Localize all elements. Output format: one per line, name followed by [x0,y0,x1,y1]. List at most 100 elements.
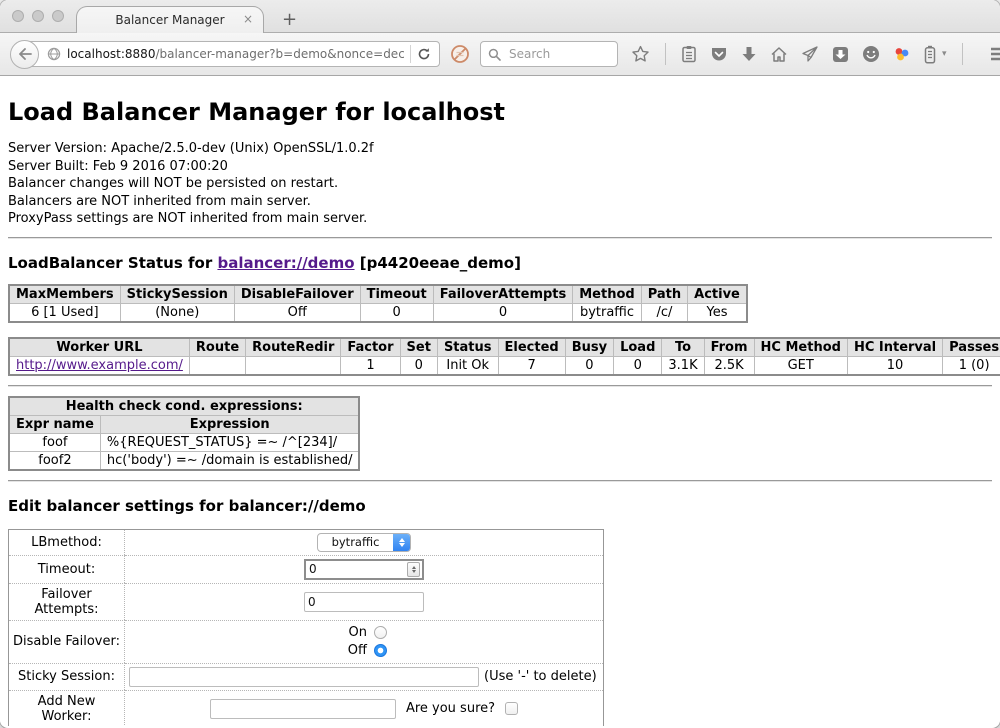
new-tab-button[interactable]: + [276,9,303,30]
radio-on-label: On [341,624,367,642]
radio-off-label: Off [341,642,367,660]
sticky-session-hint: (Use '-' to delete) [484,669,597,684]
overflow-chevron-icon[interactable]: ▾ [942,49,947,59]
balancers-inherit-line: Balancers are NOT inherited from main se… [8,193,992,211]
failover-attempts-label: Failover Attempts: [9,583,125,620]
lbmethod-select[interactable]: bytraffic [317,533,411,552]
search-bar[interactable] [480,41,618,67]
failover-attempts-row: Failover Attempts: [9,583,603,620]
lbmethod-label: LBmethod: [9,530,125,555]
sticky-session-row: Sticky Session: (Use '-' to delete) [9,663,603,690]
failover-attempts-input[interactable] [304,592,424,612]
add-worker-row: Add New Worker: Are you sure? [9,690,603,727]
balancer-demo-link[interactable]: balancer://demo [217,254,354,272]
expr-row: foof %{REQUEST_STATUS} =~ /^[234]/ [9,433,359,451]
reading-list-icon [681,45,697,63]
bookmark-star-icon [631,45,650,63]
number-stepper-icon[interactable] [407,562,420,577]
pocket-icon [710,46,728,63]
battery-extension-icon [924,45,936,64]
balancer-status-table: MaxMembers StickySession DisableFailover… [8,284,748,323]
close-window-button[interactable] [12,10,24,22]
tab-close-icon[interactable]: × [243,13,253,25]
colorful-extension-button[interactable] [893,45,911,63]
url-bar[interactable]: localhost:8880/balancer-manager?b=demo&n… [24,41,440,67]
lbmethod-row: LBmethod: bytraffic [9,530,603,555]
downloads-icon [741,46,757,63]
toolbar-separator [665,43,666,65]
page-title: Load Balancer Manager for localhost [8,98,992,126]
search-input[interactable] [507,46,602,62]
search-icon [488,48,501,61]
reload-icon [417,47,431,61]
navigation-toolbar: localhost:8880/balancer-manager?b=demo&n… [0,33,1000,76]
health-check-table: Health check cond. expressions: Expr nam… [8,396,360,471]
reading-list-button[interactable] [681,45,697,63]
browser-window: Balancer Manager × + localhost:8880/bala… [0,0,1000,728]
timeout-input[interactable]: 0 [304,559,424,580]
proxypass-inherit-line: ProxyPass settings are NOT inherited fro… [8,210,992,228]
disable-failover-off-radio[interactable] [374,644,387,657]
add-worker-input[interactable] [210,699,396,719]
worker-status-table: Worker URL Route RouteRedir Factor Set S… [8,337,1000,376]
content-blocker-icon [450,44,470,64]
tab-strip: Balancer Manager × + [0,0,1000,33]
sticky-session-label: Sticky Session: [9,663,125,690]
minimize-window-button[interactable] [32,10,44,22]
battery-extension-button[interactable] [924,45,936,64]
confirm-label: Are you sure? [406,701,495,716]
status-heading: LoadBalancer Status for balancer://demo … [8,254,992,272]
toolbar-icons: ▾ [631,43,1000,65]
table-header-row: MaxMembers StickySession DisableFailover… [9,285,747,304]
edit-balancer-form: LBmethod: bytraffic Timeout: 0 [8,529,604,727]
url-text[interactable]: localhost:8880/balancer-manager?b=demo&n… [67,47,404,61]
browser-tab[interactable]: Balancer Manager × [76,6,264,33]
persist-warning-line: Balancer changes will NOT be persisted o… [8,175,992,193]
worker-url-link[interactable]: http://www.example.com/ [16,358,183,373]
pocket-button[interactable] [710,46,728,63]
feedback-button[interactable] [862,45,880,63]
disable-failover-row: Disable Failover: On Off [9,620,603,663]
worker-row: http://www.example.com/ 1 0 Init Ok 7 0 … [9,356,1000,375]
disable-failover-on-radio[interactable] [374,626,387,639]
expr-row: foof2 hc('body') =~ /domain is establish… [9,451,359,470]
section-divider [8,385,992,387]
sticky-session-input[interactable] [129,667,479,687]
server-built-line: Server Built: Feb 9 2016 07:00:20 [8,158,992,176]
table-header-row: Expr name Expression [9,415,359,433]
feedback-smiley-icon [862,45,880,63]
home-icon [770,46,788,63]
menu-button[interactable] [990,47,1000,61]
confirm-checkbox[interactable] [505,702,518,715]
content-blocker-button[interactable] [450,44,470,64]
install-addon-icon [832,46,849,63]
table-row: 6 [1 Used] (None) Off 0 0 bytraffic /c/ … [9,303,747,322]
lbmethod-selected-value: bytraffic [318,535,393,549]
send-tab-icon [801,46,819,63]
send-tab-button[interactable] [801,46,819,63]
timeout-label: Timeout: [9,555,125,583]
traffic-lights [12,10,64,22]
bookmark-star-button[interactable] [631,45,650,63]
disable-failover-label: Disable Failover: [9,620,125,663]
downloads-button[interactable] [741,46,757,63]
install-addon-button[interactable] [832,46,849,63]
site-identity-globe-icon[interactable] [47,47,61,61]
back-button[interactable] [10,40,39,69]
back-icon [18,48,32,60]
url-host: localhost:8880 [67,47,155,61]
server-version-line: Server Version: Apache/2.5.0-dev (Unix) … [8,140,992,158]
table-title-row: Health check cond. expressions: [9,397,359,416]
timeout-row: Timeout: 0 [9,555,603,583]
reload-button[interactable] [417,47,439,61]
url-path: /balancer-manager?b=demo&nonce=decc37be-… [155,47,404,61]
home-button[interactable] [770,46,788,63]
url-divider [410,45,411,63]
select-stepper-icon [393,533,410,552]
section-divider [8,480,992,482]
hamburger-menu-icon [990,47,1000,61]
toolbar-separator-2 [962,43,963,65]
edit-settings-heading: Edit balancer settings for balancer://de… [8,497,992,515]
zoom-window-button[interactable] [52,10,64,22]
page-content: Load Balancer Manager for localhost Serv… [0,76,1000,726]
